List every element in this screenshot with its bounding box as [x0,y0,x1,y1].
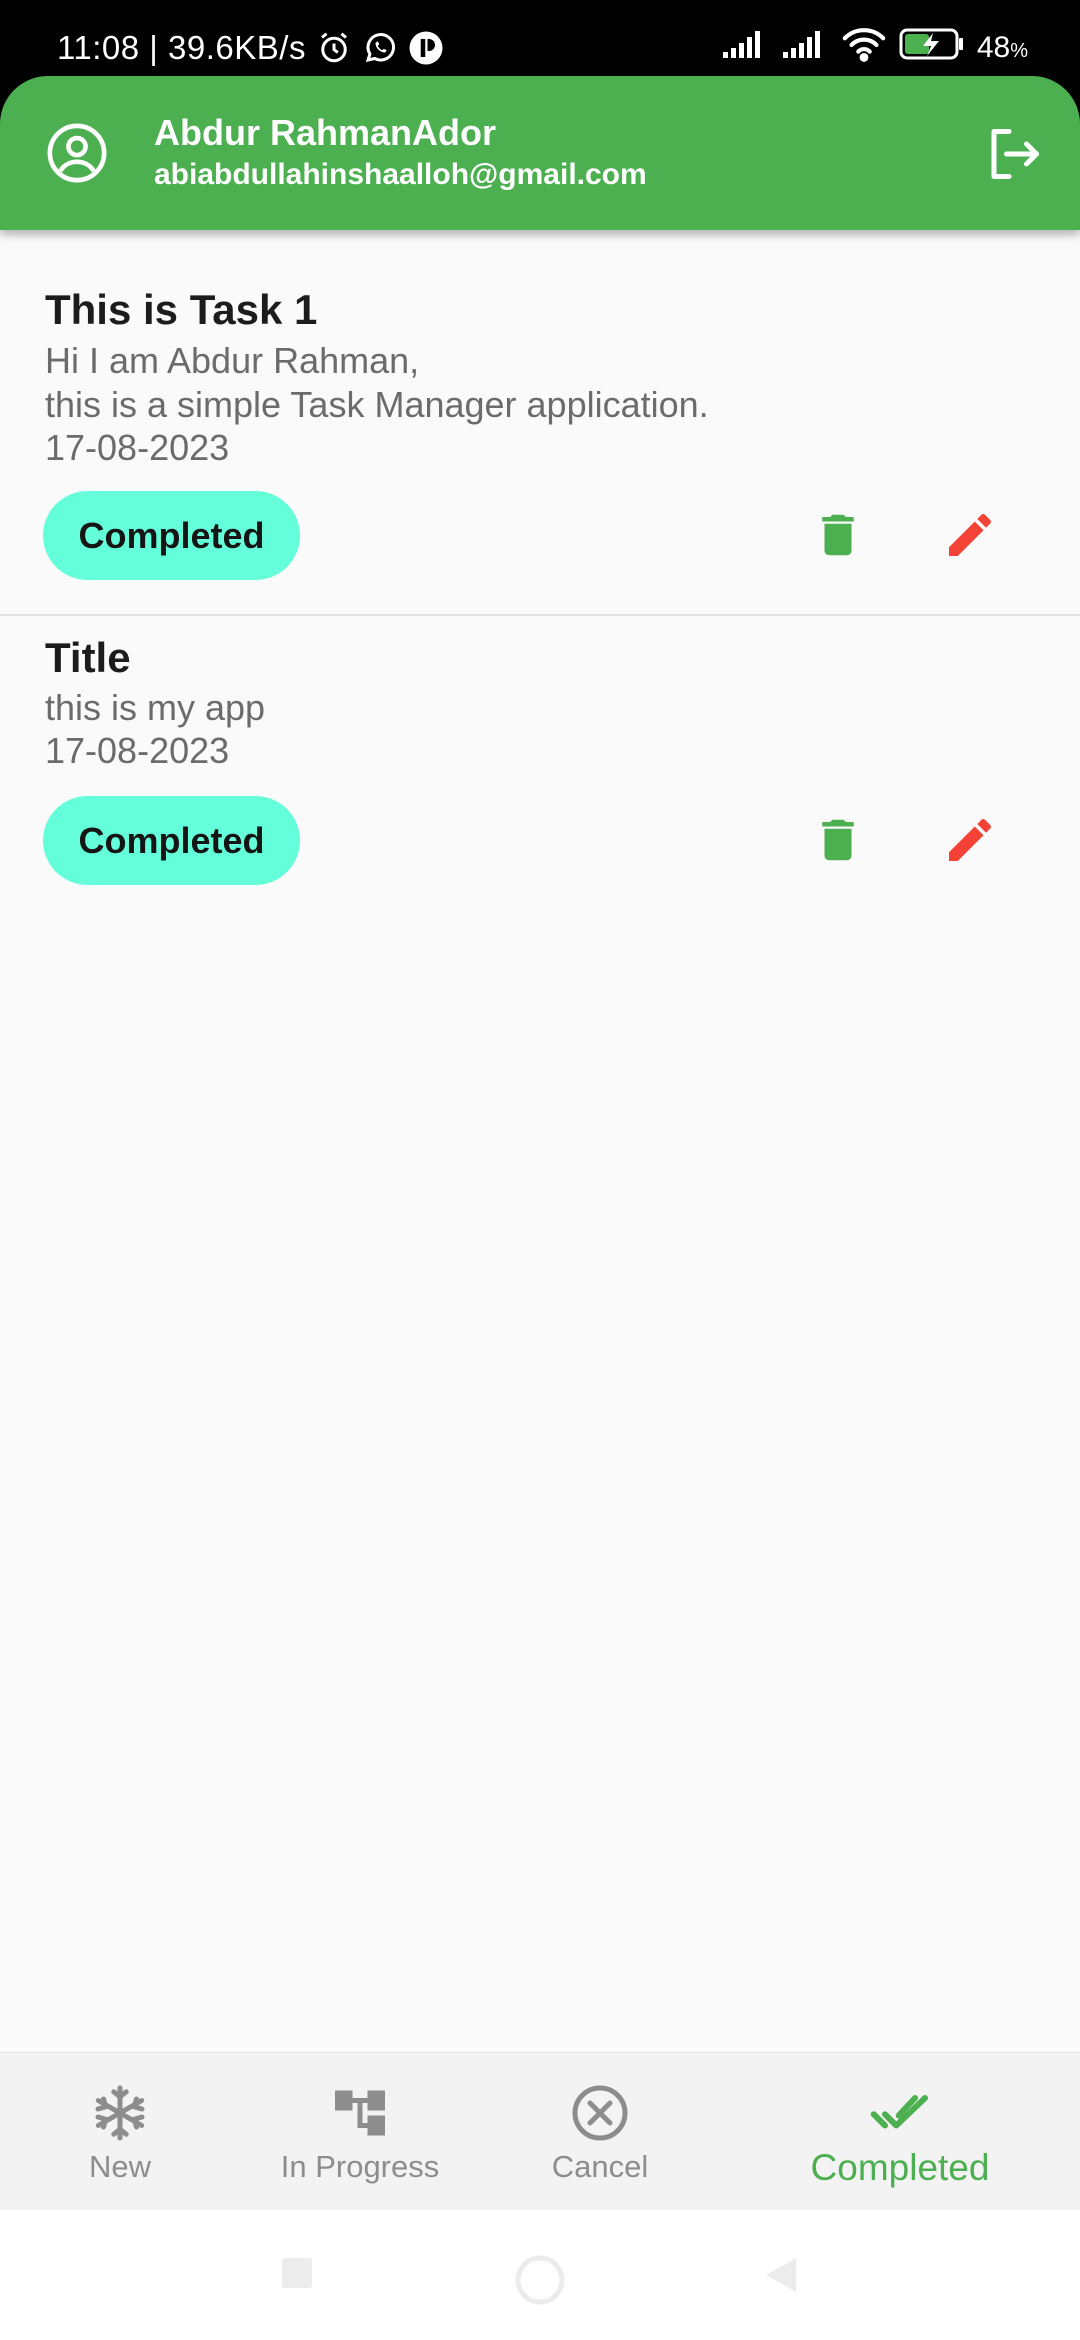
delete-icon[interactable] [806,808,870,872]
system-navigation-bar [0,2210,1080,2340]
edit-icon[interactable] [938,808,1002,872]
task-description: Hi I am Abdur Rahman, this is a simple T… [45,340,709,425]
nav-label-completed: Completed [810,2147,990,2188]
task-date: 17-08-2023 [45,427,230,468]
screen: 11:08 | 39.6KB/s 48% Abdur RahmanAdor ab… [0,0,1080,2340]
nav-label-cancel: Cancel [551,2149,649,2184]
app-bar: Abdur RahmanAdor abiabdullahinshaalloh@g… [0,76,1080,230]
done-all-icon [870,2083,930,2143]
logout-icon[interactable] [984,124,1044,184]
nav-item-completed[interactable]: Completed [780,2053,1020,2211]
recent-apps-icon[interactable] [278,2254,316,2297]
edit-icon[interactable] [938,503,1002,567]
user-email: abiabdullahinshaalloh@gmail.com [154,158,647,191]
user-name: Abdur RahmanAdor [154,112,496,153]
task-title: This is Task 1 [45,286,318,333]
nav-item-cancel[interactable]: Cancel [530,2053,670,2211]
battery-charging-icon [899,27,965,69]
task-card[interactable]: This is Task 1 Hi I am Abdur Rahman, thi… [0,230,1080,616]
task-date: 17-08-2023 [45,730,230,771]
battery-value: 48 [976,31,1011,64]
app-notification-icon [408,30,444,66]
nav-label-in-progress: In Progress [280,2149,440,2184]
status-left: 11:08 | 39.6KB/s [57,24,444,72]
task-card[interactable]: Title this is my app 17-08-2023 Complete… [0,616,1080,916]
battery-unit: % [1010,40,1028,62]
task-title: Title [45,634,131,681]
status-chip[interactable]: Completed [43,491,300,580]
account-tree-icon [330,2083,390,2143]
task-list: This is Task 1 Hi I am Abdur Rahman, thi… [0,230,1080,916]
bottom-navigation: New In Progress Cancel Completed [0,2052,1080,2210]
task-description: this is my app [45,687,266,728]
whatsapp-icon [362,30,398,66]
nav-item-new[interactable]: New [50,2053,190,2211]
delete-icon[interactable] [806,503,870,567]
wifi-icon [841,26,887,70]
nav-label-new: New [88,2149,151,2184]
home-icon[interactable] [514,2254,566,2311]
signal-icon [781,28,829,68]
status-chip[interactable]: Completed [43,796,300,885]
signal-icon [721,28,769,68]
battery-percent: 48% [977,31,1028,65]
status-time-speed: 11:08 | 39.6KB/s [57,29,306,66]
alarm-icon [316,30,352,66]
back-icon[interactable] [762,2254,800,2301]
snowflake-icon [90,2083,150,2143]
account-circle-icon[interactable] [46,122,108,184]
nav-item-in-progress[interactable]: In Progress [260,2053,460,2211]
cancel-icon [570,2083,630,2143]
status-right: 48% [721,24,1028,72]
